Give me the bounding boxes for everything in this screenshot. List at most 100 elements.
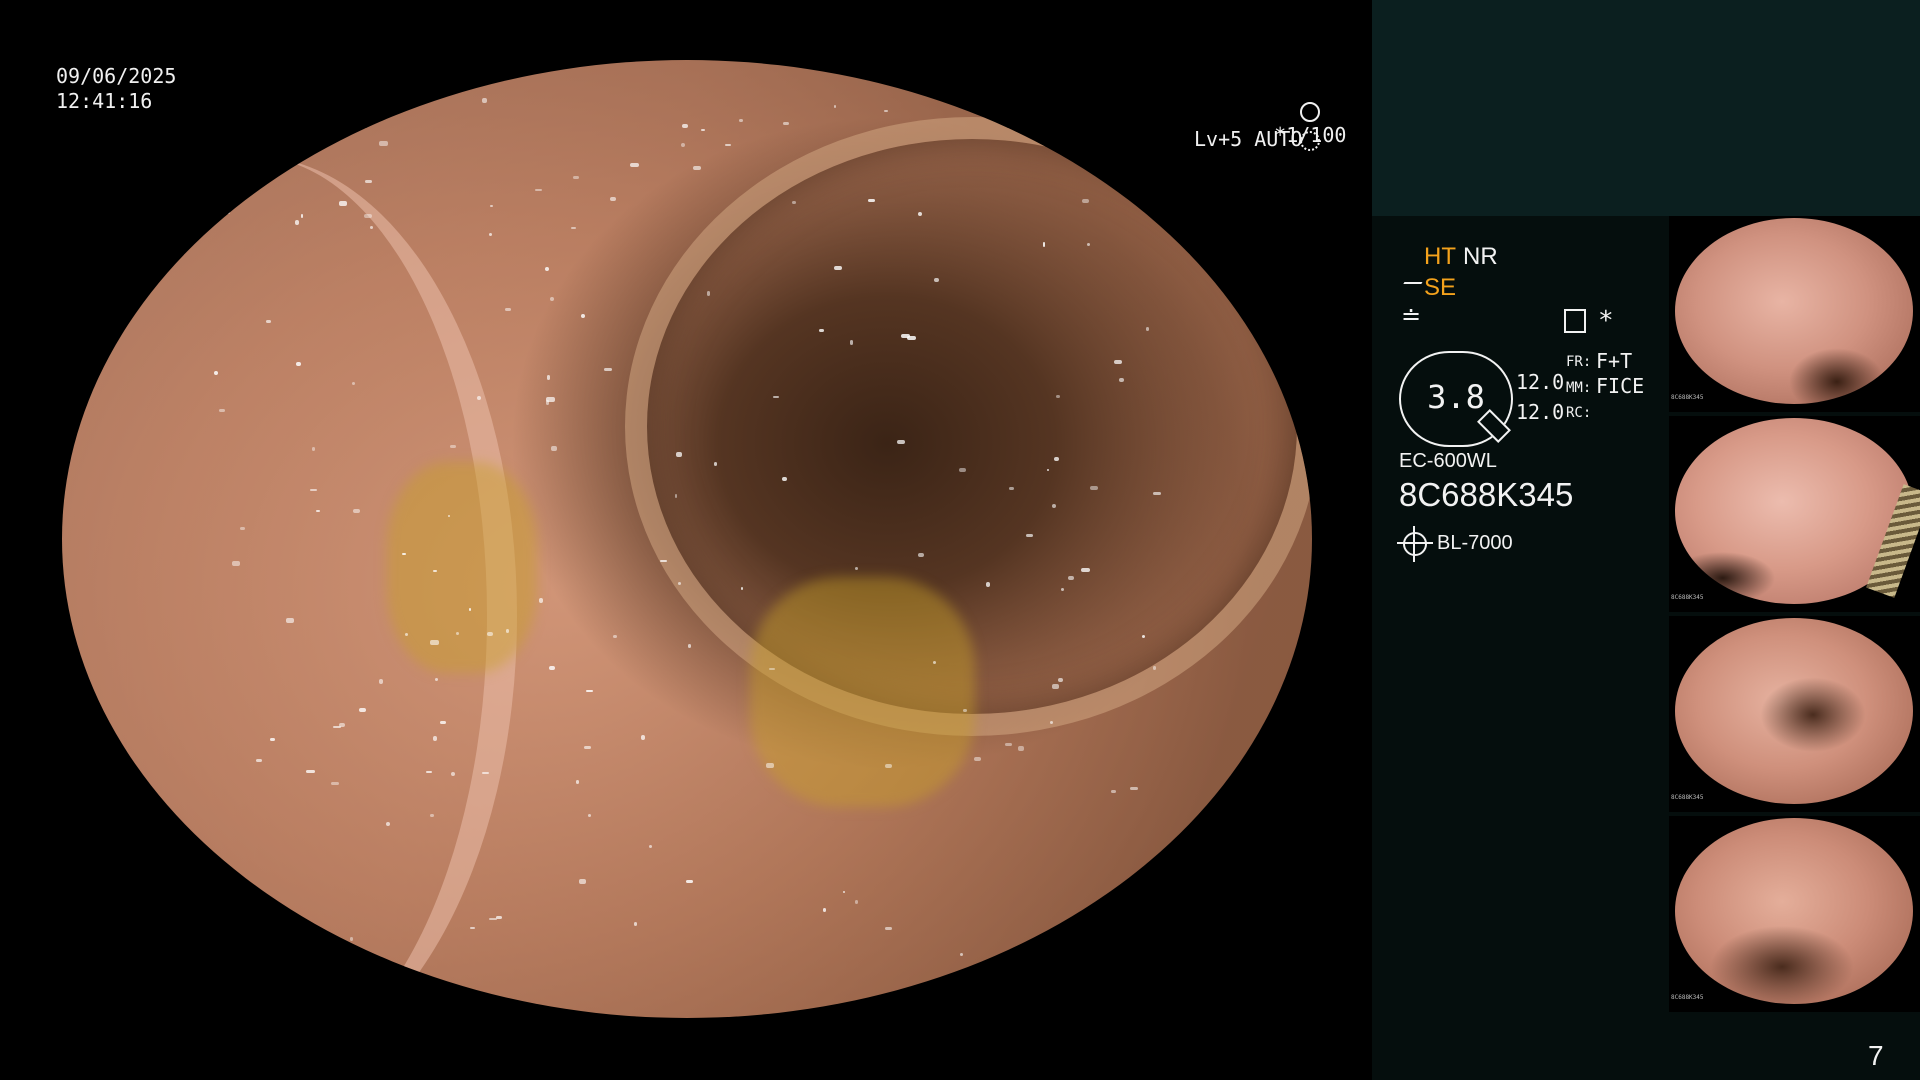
- specular-highlight: [1068, 576, 1074, 581]
- specular-highlight: [677, 581, 681, 585]
- specular-highlight: [1129, 105, 1135, 109]
- specular-highlight: [364, 213, 372, 218]
- specular-highlight: [1025, 533, 1034, 538]
- specular-highlight: [350, 936, 353, 942]
- specular-highlight: [685, 879, 693, 884]
- scope-model: EC-600WL: [1399, 450, 1497, 472]
- fr-value: F+T: [1596, 349, 1633, 373]
- specular-highlight: [883, 109, 888, 113]
- specular-highlight: [986, 582, 991, 587]
- page-number: 7: [1868, 1040, 1884, 1071]
- specular-highlight: [505, 307, 512, 312]
- time-readout: 12:41:16: [56, 89, 153, 113]
- specular-highlight: [1113, 360, 1122, 365]
- specular-highlight: [470, 926, 476, 930]
- specular-highlight: [917, 211, 922, 217]
- thumbnail-serial: 8C688K345: [1671, 794, 1704, 801]
- specular-highlight: [1146, 326, 1149, 331]
- specular-highlight: [573, 176, 579, 179]
- specular-highlight: [330, 111, 338, 114]
- specular-highlight: [707, 291, 711, 296]
- thumbnail-image: [1675, 818, 1913, 1004]
- specular-highlight: [430, 639, 439, 645]
- specular-highlight: [973, 756, 982, 761]
- thumbnail-3[interactable]: 8C688K345: [1669, 616, 1920, 812]
- thumbnail-serial: 8C688K345: [1671, 994, 1704, 1001]
- specular-highlight: [834, 265, 842, 270]
- specular-highlight: [823, 908, 826, 912]
- specular-highlight: [833, 104, 836, 108]
- yellow-patch: [749, 577, 975, 808]
- thumbnail-1[interactable]: 8C688K345: [1669, 216, 1920, 412]
- specular-highlight: [378, 679, 383, 684]
- specular-highlight: [1050, 720, 1053, 724]
- specular-highlight: [1081, 568, 1090, 573]
- specular-highlight: [819, 329, 824, 332]
- thumbnail-strip: 8C688K345 8C688K345 8C688K345 8C688K345: [1669, 216, 1920, 1016]
- gear-icon: [1300, 131, 1320, 151]
- specular-highlight: [585, 689, 594, 693]
- specular-highlight: [546, 397, 556, 402]
- specular-highlight: [379, 141, 388, 147]
- specular-highlight: [700, 128, 706, 132]
- specular-highlight: [738, 119, 744, 123]
- specular-highlight: [239, 526, 245, 531]
- specular-highlight: [489, 917, 497, 920]
- specular-highlight: [571, 226, 576, 230]
- specular-highlight: [550, 446, 558, 452]
- specular-highlight: [842, 890, 846, 894]
- specular-highlight: [256, 759, 262, 763]
- specular-highlight: [1081, 199, 1089, 204]
- thumbnail-4[interactable]: 8C688K345: [1669, 816, 1920, 1012]
- specular-highlight: [1042, 242, 1045, 247]
- specular-highlight: [450, 444, 456, 448]
- specular-highlight: [351, 382, 355, 386]
- specular-highlight: [490, 204, 494, 208]
- thumbnail-image: [1675, 618, 1913, 804]
- light-source: BL-7000: [1437, 532, 1513, 554]
- specular-highlight: [603, 367, 612, 372]
- specular-highlight: [547, 375, 551, 380]
- specular-highlight: [1160, 110, 1163, 114]
- specular-highlight: [447, 514, 450, 518]
- specular-highlight: [549, 296, 554, 302]
- mm-label: MM:: [1566, 380, 1592, 396]
- specular-highlight: [613, 634, 617, 639]
- ht-label: HT: [1424, 243, 1456, 270]
- specular-highlight: [854, 567, 859, 570]
- specular-highlight: [932, 661, 936, 664]
- specular-highlight: [365, 180, 372, 183]
- specular-highlight: [538, 598, 544, 603]
- zoom-value: 3.8: [1427, 378, 1485, 416]
- specular-highlight: [311, 447, 316, 451]
- specular-highlight: [725, 143, 731, 147]
- specular-highlight: [576, 780, 580, 785]
- specular-highlight: [430, 814, 434, 817]
- specular-highlight: [900, 334, 910, 338]
- specular-highlight: [1017, 745, 1024, 751]
- zoom-dial: 3.8: [1399, 351, 1513, 447]
- specular-highlight: [649, 844, 653, 849]
- specular-highlight: [681, 143, 686, 147]
- mm-value: FICE: [1596, 374, 1645, 398]
- specular-highlight: [306, 769, 315, 774]
- specular-highlight: [1051, 684, 1059, 690]
- thumbnail-2[interactable]: 8C688K345: [1669, 416, 1920, 612]
- specular-highlight: [481, 98, 487, 103]
- specular-highlight: [772, 395, 780, 399]
- specular-highlight: [1053, 456, 1060, 461]
- specular-highlight: [1142, 102, 1145, 107]
- specular-highlight: [534, 188, 542, 192]
- specular-highlight: [368, 99, 375, 102]
- value-top: 12.0: [1516, 370, 1565, 394]
- specular-highlight: [455, 632, 459, 635]
- specular-highlight: [269, 737, 275, 742]
- specular-highlight: [782, 477, 787, 481]
- specular-highlight: [549, 665, 556, 671]
- thumbnail-serial: 8C688K345: [1671, 394, 1704, 401]
- date-readout: 09/06/2025: [56, 64, 177, 88]
- specular-highlight: [286, 618, 295, 624]
- specular-highlight: [1153, 491, 1162, 496]
- specular-highlight: [960, 953, 963, 957]
- specular-highlight: [218, 408, 225, 412]
